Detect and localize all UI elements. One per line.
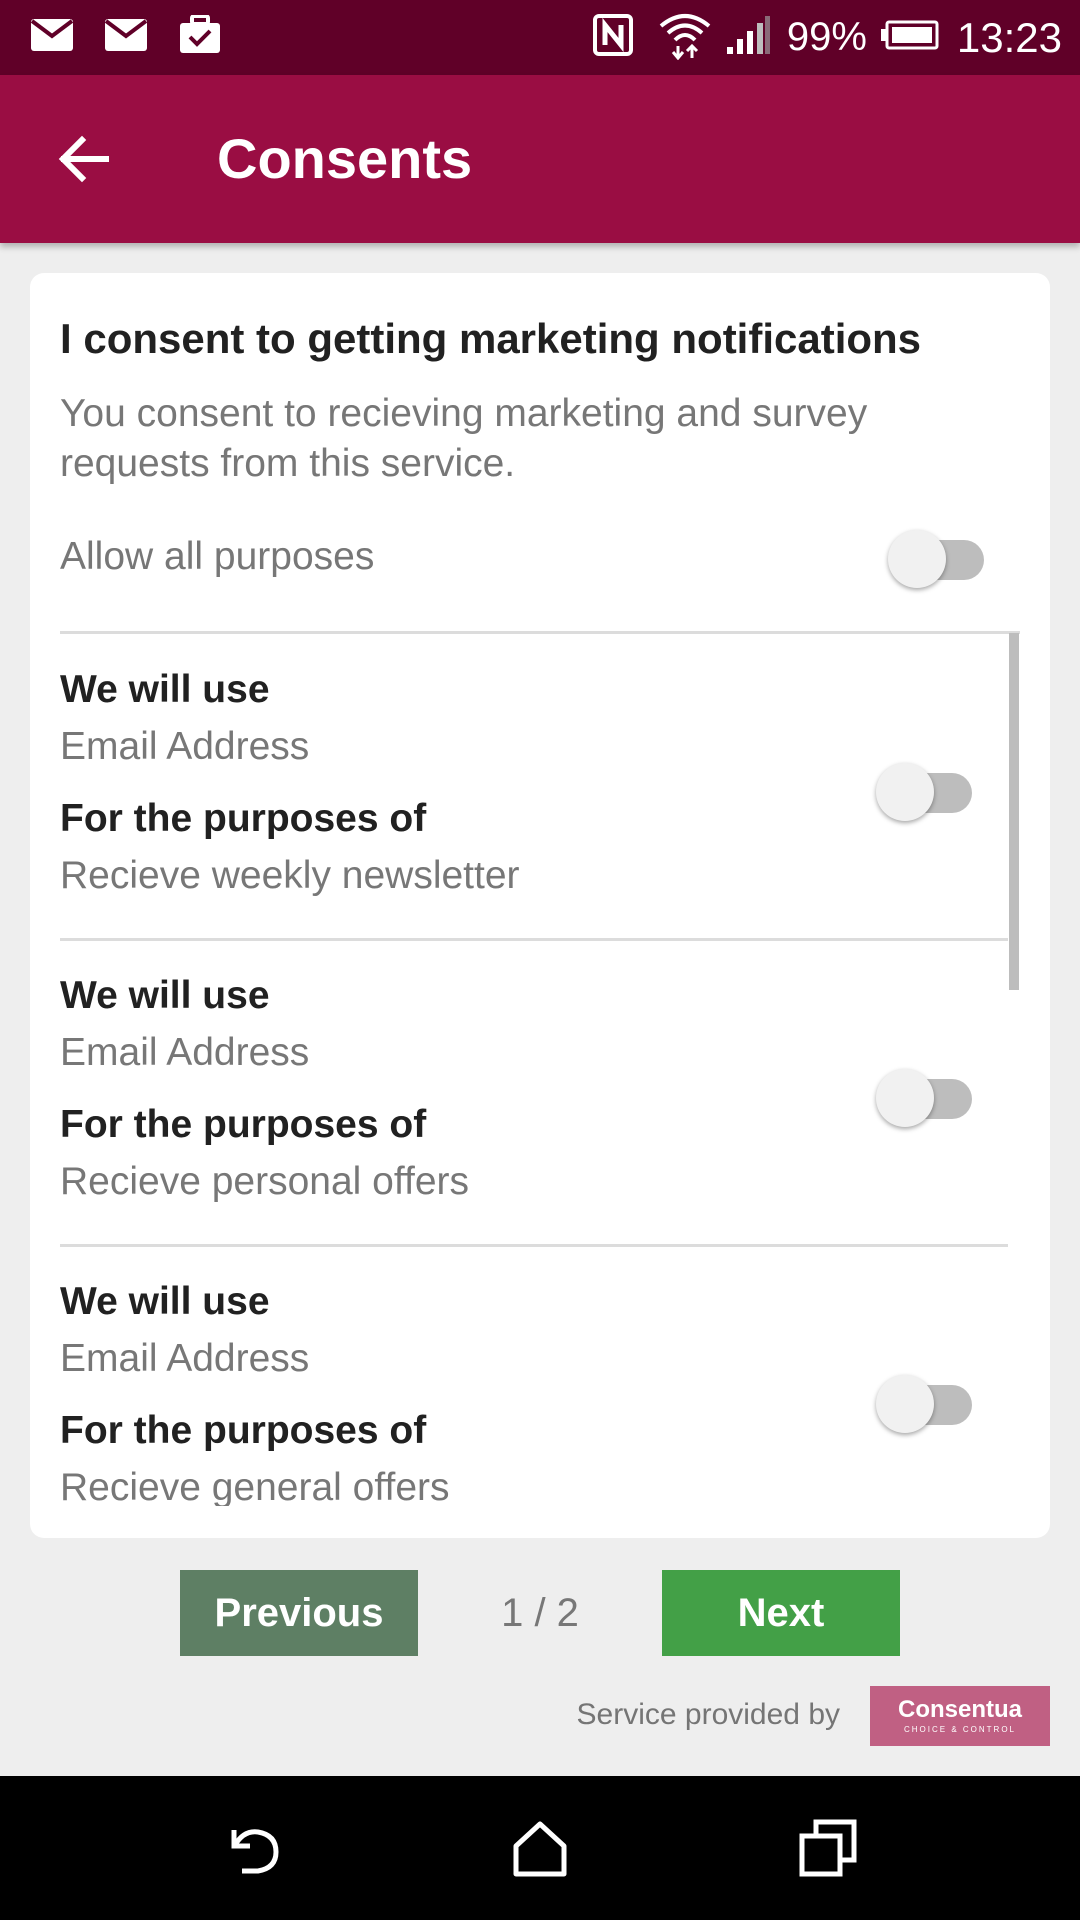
previous-button[interactable]: Previous — [180, 1570, 418, 1656]
use-value: Email Address — [60, 1031, 310, 1074]
use-value: Email Address — [60, 725, 310, 768]
purpose-heading: For the purposes of — [60, 797, 427, 840]
arrow-left-icon — [58, 135, 109, 183]
toggle-thumb — [876, 763, 934, 821]
battery-percentage: 99% — [786, 15, 867, 59]
nav-back-button[interactable] — [220, 1816, 284, 1880]
purpose-item: We will use Email Address For the purpos… — [30, 633, 1050, 939]
home-icon — [513, 1821, 567, 1877]
purpose-toggle[interactable] — [876, 1061, 974, 1127]
toggle-thumb — [888, 530, 946, 588]
consent-description: You consent to recieving marketing and s… — [60, 392, 868, 485]
use-heading: We will use — [60, 974, 270, 1017]
back-button[interactable] — [56, 131, 112, 187]
status-system: 99% 13:23 — [592, 0, 1062, 75]
purpose-value: Recieve general offers — [60, 1466, 450, 1506]
purpose-heading: For the purposes of — [60, 1409, 427, 1452]
allow-all-label: Allow all purposes — [60, 535, 375, 578]
status-bar: 99% 13:23 — [0, 0, 1080, 75]
use-heading: We will use — [60, 668, 270, 711]
brand-name: Consentua — [897, 1696, 1022, 1723]
purpose-value: Recieve personal offers — [60, 1160, 470, 1203]
navigation-bar — [0, 1776, 1080, 1920]
brand-tagline: CHOICE & CONTROL — [903, 1725, 1016, 1734]
nfc-icon — [592, 14, 633, 61]
purpose-heading: For the purposes of — [60, 1103, 427, 1146]
use-heading: We will use — [60, 1280, 270, 1323]
purpose-item: We will use Email Address For the purpos… — [30, 939, 1050, 1245]
status-notifications — [30, 0, 222, 75]
scrollbar[interactable] — [1009, 633, 1019, 990]
mail-icon — [104, 18, 148, 57]
consent-card: I consent to getting marketing notificat… — [30, 273, 1050, 1538]
page-title: Consents — [217, 127, 473, 190]
wifi-icon — [659, 10, 711, 65]
page-indicator: 1 / 2 — [501, 1591, 579, 1635]
purpose-list[interactable]: We will use Email Address For the purpos… — [30, 631, 1050, 1506]
mail-icon — [30, 18, 74, 57]
purpose-item: We will use Email Address For the purpos… — [30, 1245, 1050, 1506]
purpose-toggle[interactable] — [876, 1367, 974, 1433]
nav-home-button[interactable] — [508, 1816, 572, 1880]
service-provided-text: Service provided by — [576, 1698, 840, 1731]
next-button[interactable]: Next — [662, 1570, 900, 1656]
toggle-thumb — [876, 1375, 934, 1433]
recents-icon — [799, 1819, 857, 1877]
briefcase-check-icon — [178, 14, 222, 60]
clock: 13:23 — [956, 13, 1062, 61]
purpose-value: Recieve weekly newsletter — [60, 854, 520, 897]
use-value: Email Address — [60, 1337, 310, 1380]
nav-recents-button[interactable] — [796, 1816, 860, 1880]
consentua-logo[interactable]: Consentua CHOICE & CONTROL — [870, 1686, 1050, 1746]
consent-title: I consent to getting marketing notificat… — [60, 315, 922, 362]
allow-all-toggle[interactable] — [888, 522, 986, 588]
back-icon — [231, 1829, 279, 1874]
signal-icon — [725, 15, 771, 60]
purpose-toggle[interactable] — [876, 755, 974, 821]
battery-icon — [880, 20, 939, 55]
toggle-thumb — [876, 1069, 934, 1127]
app-bar: Consents — [0, 75, 1080, 243]
